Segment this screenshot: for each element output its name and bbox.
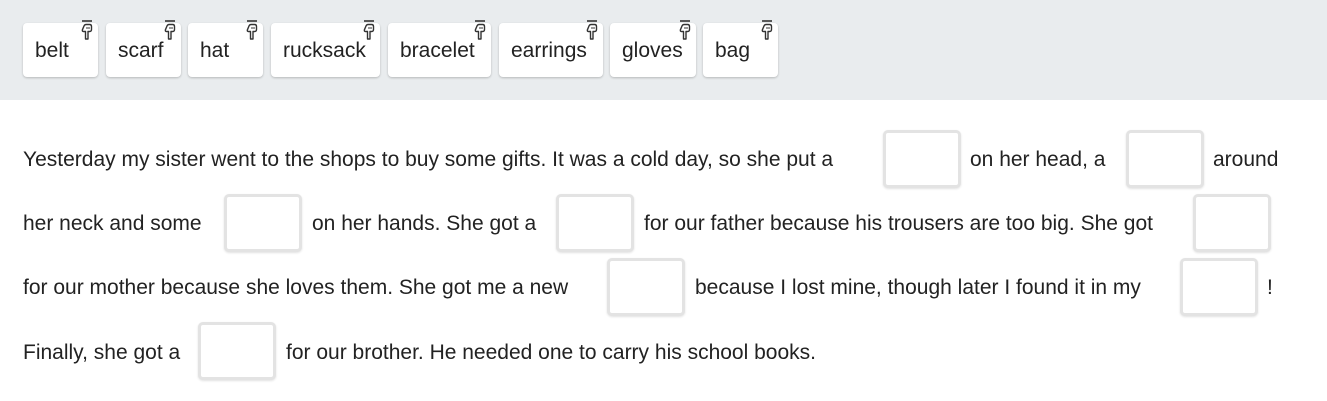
passage-text: ! bbox=[1267, 276, 1273, 299]
word-chip-hat[interactable]: hat bbox=[188, 23, 263, 77]
word-chip-label: bag bbox=[715, 39, 751, 62]
passage-text: for our brother. He needed one to carry … bbox=[286, 341, 816, 364]
word-chip-earrings[interactable]: earrings bbox=[499, 23, 603, 77]
drop-gap-3[interactable] bbox=[224, 194, 302, 252]
passage-text: on her head, a bbox=[970, 148, 1106, 171]
passage-text: her neck and some bbox=[23, 212, 202, 235]
drag-handle-icon bbox=[472, 19, 488, 41]
drop-gap-1[interactable] bbox=[883, 130, 961, 188]
drop-gap-8[interactable] bbox=[198, 322, 276, 380]
word-chip-bag[interactable]: bag bbox=[703, 23, 778, 77]
word-chip-bracelet[interactable]: bracelet bbox=[388, 23, 491, 77]
drop-gap-4[interactable] bbox=[556, 194, 634, 252]
drag-handle-icon bbox=[244, 19, 260, 41]
drag-handle-icon bbox=[162, 19, 178, 41]
drag-handle-icon bbox=[677, 19, 693, 41]
passage-text: around bbox=[1213, 148, 1279, 171]
passage-text: for our father because his trousers are … bbox=[644, 212, 1153, 235]
word-chip-label: gloves bbox=[622, 39, 683, 62]
word-chip-label: hat bbox=[200, 39, 230, 62]
drag-handle-icon bbox=[759, 19, 775, 41]
passage-text: Finally, she got a bbox=[23, 341, 181, 364]
passage-text: on her hands. She got a bbox=[312, 212, 537, 235]
drop-gap-5[interactable] bbox=[1193, 194, 1271, 252]
word-chip-gloves[interactable]: gloves bbox=[610, 23, 696, 77]
word-chip-scarf[interactable]: scarf bbox=[106, 23, 181, 77]
drop-gap-2[interactable] bbox=[1126, 130, 1204, 188]
word-chip-label: earrings bbox=[511, 39, 587, 62]
drop-gap-6[interactable] bbox=[607, 258, 685, 316]
word-chip-rucksack[interactable]: rucksack bbox=[271, 23, 380, 77]
word-chip-label: belt bbox=[35, 39, 69, 62]
drop-gap-7[interactable] bbox=[1180, 258, 1258, 316]
word-chip-label: bracelet bbox=[400, 39, 475, 62]
word-chip-belt[interactable]: belt bbox=[23, 23, 98, 77]
word-bank: belt scarf hat rucksack bracelet earring… bbox=[0, 0, 1327, 100]
drag-handle-icon bbox=[584, 19, 600, 41]
word-chip-label: rucksack bbox=[283, 39, 366, 62]
passage-text: Yesterday my sister went to the shops to… bbox=[23, 148, 834, 171]
passage-text: for our mother because she loves them. S… bbox=[23, 276, 569, 299]
drag-handle-icon bbox=[361, 19, 377, 41]
passage-text: because I lost mine, though later I foun… bbox=[695, 276, 1141, 299]
word-chip-label: scarf bbox=[118, 39, 164, 62]
drag-handle-icon bbox=[79, 19, 95, 41]
